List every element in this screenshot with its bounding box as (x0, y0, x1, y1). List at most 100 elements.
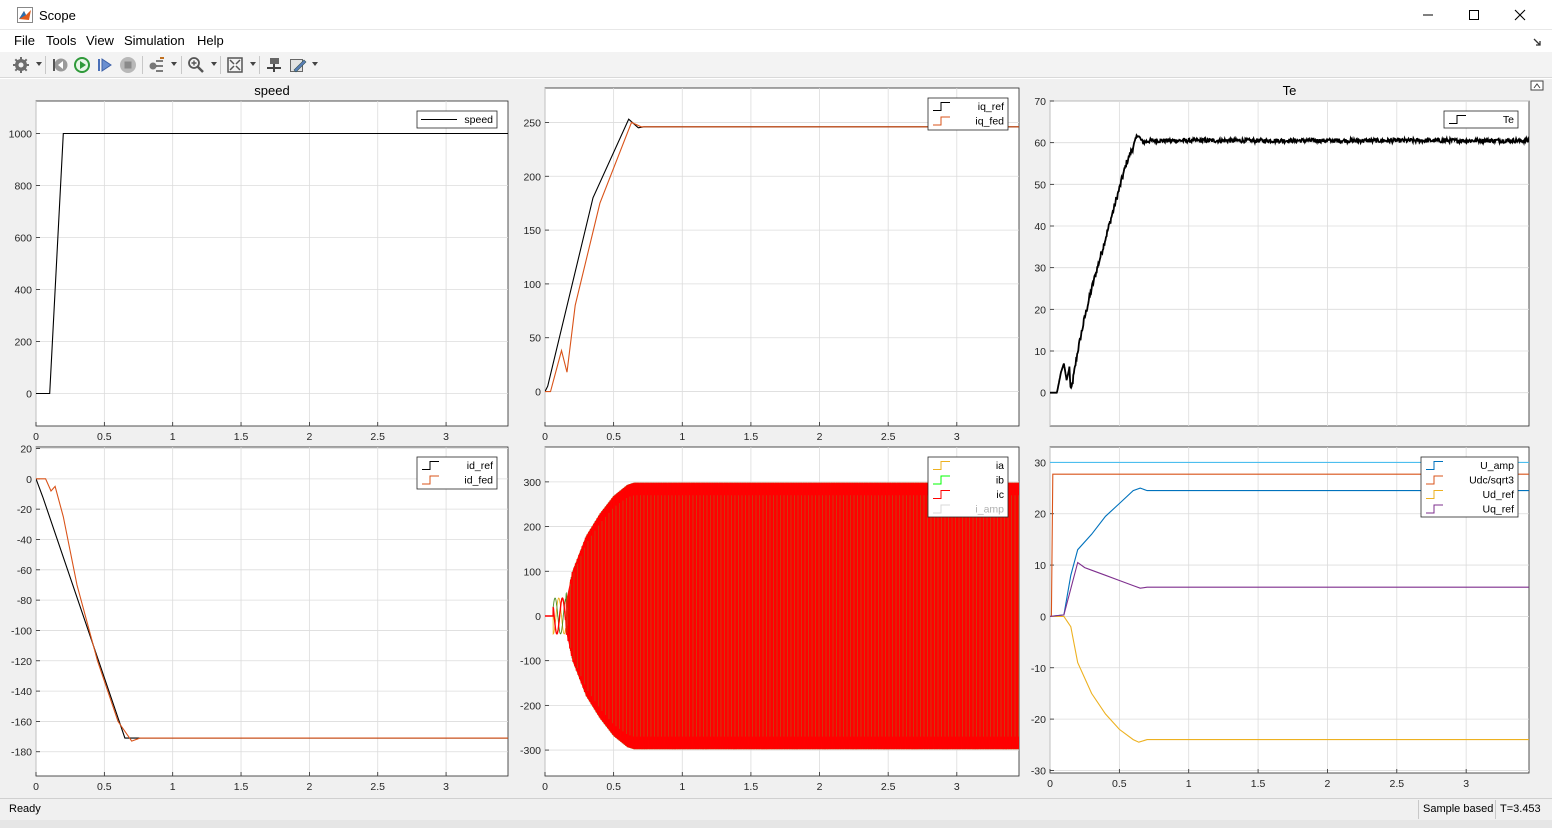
scope-panel-3[interactable]: Te 0 10 20 30 40 50 60 70 Te (1034, 83, 1530, 427)
y-tick-label: 70 (1034, 96, 1046, 108)
menu-view[interactable]: View (86, 33, 114, 48)
signal-selector-icon[interactable] (148, 56, 166, 74)
x-tick-label: 2 (306, 431, 312, 443)
legend-label: speed (464, 114, 493, 126)
x-tick-label: 1.5 (1251, 778, 1266, 790)
legend-label: U_amp (1480, 460, 1514, 472)
close-icon (1514, 9, 1526, 21)
x-tick-label: 2.5 (1389, 778, 1404, 790)
scope-panel-1[interactable]: speed 0 200 400 600 800 1000 0 0.5 1 1.5 2 2.5 3 speed (9, 83, 509, 443)
y-tick-label: 100 (523, 279, 541, 291)
window-title: Scope (39, 8, 76, 23)
menu-simulation[interactable]: Simulation (124, 33, 185, 48)
scope-panel-5[interactable]: 3002001000-100-200-3000 0.5 1 1.5 2 2.5 3iaibi… (520, 446, 1020, 793)
legend-label: id_fed (464, 475, 493, 487)
x-tick-label: 3 (1463, 778, 1469, 790)
y-tick-label: 0 (1040, 388, 1046, 400)
x-tick-label: 1 (1186, 778, 1192, 790)
y-tick-label: 60 (1034, 138, 1046, 150)
run-icon[interactable] (73, 56, 91, 74)
highlight-block-icon[interactable] (265, 56, 283, 74)
y-tick-label: -80 (17, 595, 32, 607)
x-tick-label: 1.5 (234, 781, 249, 793)
close-button[interactable] (1497, 0, 1543, 30)
maximize-icon (1469, 10, 1479, 20)
legend-label: ia (996, 460, 1004, 472)
y-tick-label: -100 (11, 625, 32, 637)
y-tick-label: -120 (11, 656, 32, 668)
x-tick-label: 0 (1047, 778, 1053, 790)
y-tick-label: -140 (11, 686, 32, 698)
y-tick-label: 250 (523, 117, 541, 129)
x-tick-label: 3 (443, 781, 449, 793)
scope-panel-2[interactable]: 0 50 100 150 200 250 0 0.5 1 1.5 2 2.5 3 iq_ref iq_fed (523, 87, 1020, 443)
y-tick-label: -100 (520, 656, 541, 668)
x-tick-label: 0.5 (606, 781, 621, 793)
menu-file[interactable]: File (14, 33, 35, 48)
axes-title: speed (254, 83, 289, 98)
y-tick-label: 0 (535, 611, 541, 623)
layout-toggle-icon[interactable] (1530, 80, 1544, 91)
y-tick-label: 200 (523, 171, 541, 183)
legend[interactable]: id_ref id_fed (416, 456, 498, 490)
y-tick-label: -60 (17, 565, 32, 577)
legend-label: ib (996, 475, 1004, 487)
zoom-in-icon[interactable] (187, 56, 205, 74)
legend[interactable]: speed (416, 110, 498, 129)
legend-label: iq_fed (975, 116, 1004, 128)
y-tick-label: 400 (14, 285, 32, 297)
y-tick-label: -200 (520, 700, 541, 712)
x-tick-label: 1 (170, 431, 176, 443)
x-tick-label: 2.5 (370, 431, 385, 443)
stop-icon[interactable] (119, 56, 137, 74)
x-tick-label: 1.5 (744, 431, 759, 443)
settings-gear-icon[interactable] (12, 56, 30, 74)
y-tick-label: 200 (14, 337, 32, 349)
menu-help[interactable]: Help (197, 33, 224, 48)
legend-label: Ud_ref (1482, 489, 1514, 501)
x-tick-label: 2.5 (881, 781, 896, 793)
y-tick-label: 30 (1034, 457, 1046, 469)
menu-tools[interactable]: Tools (46, 33, 76, 48)
scope-panel-6[interactable]: 3020100-10-20-300 0.5 1 1.5 2 2.5 3U_ampUdc/sq… (1031, 446, 1530, 790)
legend-label: i_amp (975, 504, 1004, 516)
maximize-button[interactable] (1451, 0, 1497, 30)
y-tick-label: 100 (523, 566, 541, 578)
x-tick-label: 0 (33, 781, 39, 793)
scope-panel-4[interactable]: 20 0 -20 -40 -60 -80 -100 -120 -140 -160 -180 0 0.5 1… (11, 444, 509, 793)
axes-title: Te (1283, 83, 1297, 98)
y-tick-label: 0 (26, 389, 32, 401)
x-tick-label: 1 (679, 431, 685, 443)
y-tick-label: 1000 (9, 129, 33, 141)
x-tick-label: 1.5 (744, 781, 759, 793)
x-tick-label: 0.5 (1112, 778, 1127, 790)
status-ready-text: Ready (9, 803, 41, 815)
fit-to-view-icon[interactable] (226, 56, 244, 74)
x-tick-label: 2 (817, 781, 823, 793)
legend[interactable]: iq_ref iq_fed (927, 97, 1009, 131)
legend-label: Udc/sqrt3 (1469, 475, 1514, 487)
undock-arrow-icon[interactable] (1532, 37, 1542, 47)
y-tick-label: 20 (1034, 304, 1046, 316)
measurement-pencil-icon[interactable] (289, 56, 307, 74)
x-tick-label: 3 (954, 781, 960, 793)
y-tick-label: -160 (11, 716, 32, 728)
menu-bar: File Tools View Simulation Help (0, 30, 1552, 52)
title-bar[interactable]: Scope (0, 0, 1552, 30)
axes-box (35, 446, 509, 777)
legend[interactable]: U_amp Udc/sqrt3 Ud_ref Uq_ref (1420, 456, 1519, 518)
y-tick-label: 200 (523, 522, 541, 534)
x-tick-label: 0.5 (97, 781, 112, 793)
window-bottom-edge (0, 820, 1552, 828)
legend-label: ic (996, 489, 1004, 501)
legend[interactable]: ia ib ic i_amp (927, 456, 1009, 518)
scope-plots: speed020040060080010000 0.5 1 1.5 2 2.5 3speed… (9, 80, 1544, 793)
step-forward-icon[interactable] (96, 56, 114, 74)
x-tick-label: 0 (542, 431, 548, 443)
legend[interactable]: Te (1443, 110, 1519, 129)
step-back-icon[interactable] (51, 56, 69, 74)
x-tick-label: 0.5 (606, 431, 621, 443)
matlab-icon (17, 7, 33, 23)
y-tick-label: 150 (523, 225, 541, 237)
minimize-button[interactable] (1405, 0, 1451, 30)
